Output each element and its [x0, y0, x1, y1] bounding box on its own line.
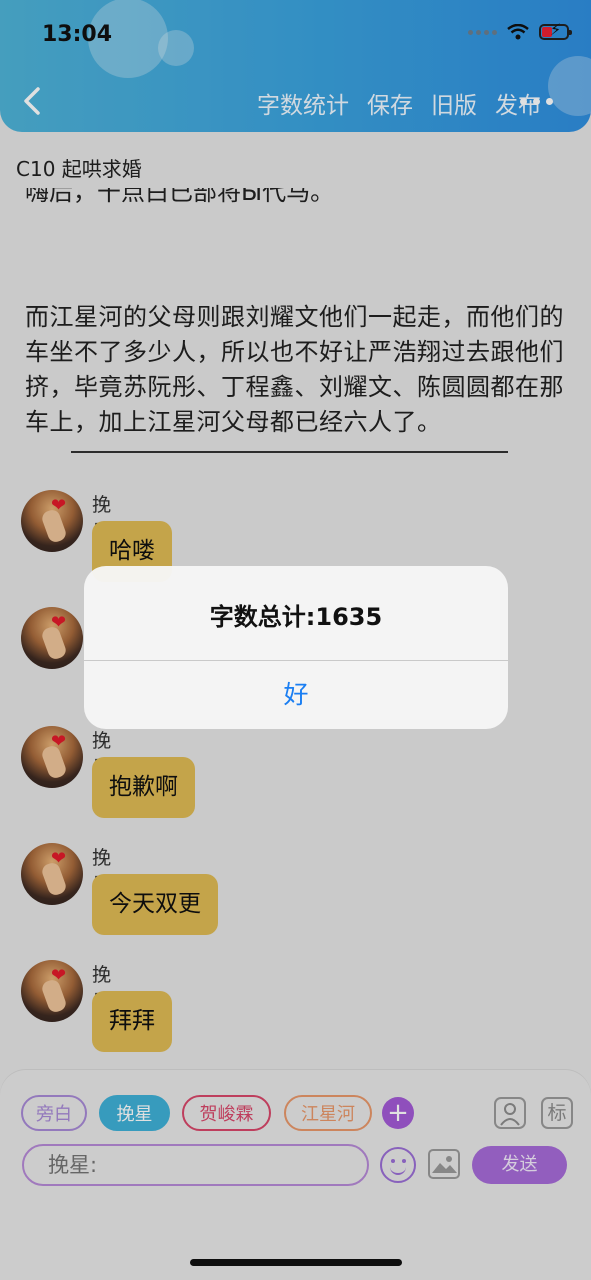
alert-ok-button[interactable]: 好 [84, 661, 508, 729]
word-count-alert: 字数总计:1635 好 [84, 566, 508, 729]
alert-message: 字数总计:1635 [209, 603, 383, 631]
